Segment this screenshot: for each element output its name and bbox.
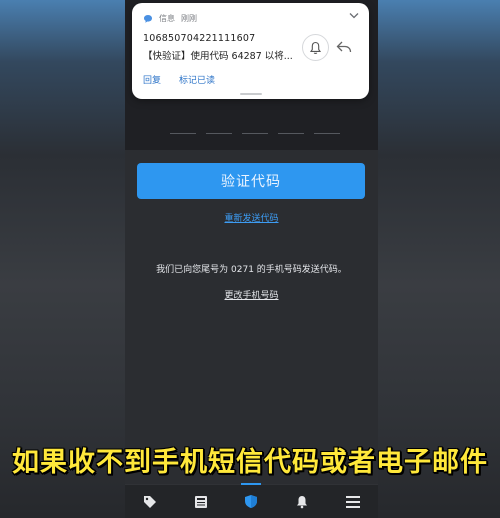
code-sent-info: 我们已向您尾号为 0271 的手机号码发送代码。 xyxy=(156,265,347,275)
news-icon[interactable] xyxy=(186,487,216,517)
bell-icon[interactable] xyxy=(287,487,317,517)
notification-sender: 106850704221111607 xyxy=(143,33,256,44)
bottom-nav xyxy=(125,482,378,518)
code-slot[interactable] xyxy=(170,128,196,134)
code-slot[interactable] xyxy=(278,128,304,134)
notification-actions: 回复 标记已读 xyxy=(143,73,215,86)
video-subtitle: 如果收不到手机短信代码或者电子邮件 xyxy=(12,447,488,478)
shield-icon[interactable] xyxy=(236,482,266,517)
sms-notification[interactable]: 信息 刚刚 106850704221111607 【快验证】使用代码 64287… xyxy=(132,3,369,99)
code-slot[interactable] xyxy=(242,128,268,134)
notification-header: 信息 刚刚 xyxy=(143,13,197,24)
verify-code-button[interactable]: 验证代码 xyxy=(137,163,365,199)
chat-bubble-icon xyxy=(144,14,152,23)
change-phone-link[interactable]: 更改手机号码 xyxy=(125,288,378,301)
notification-app-name: 信息 xyxy=(159,14,175,23)
chevron-down-icon[interactable] xyxy=(349,12,359,19)
notification-body: 【快验证】使用代码 64287 以将... xyxy=(143,51,293,62)
code-slot[interactable] xyxy=(314,128,340,134)
menu-icon[interactable] xyxy=(338,487,368,517)
resend-code-link[interactable]: 重新发送代码 xyxy=(125,211,378,224)
tag-icon[interactable] xyxy=(135,487,165,517)
mark-read-action[interactable]: 标记已读 xyxy=(179,73,215,86)
bell-icon[interactable] xyxy=(302,34,329,61)
reply-action[interactable]: 回复 xyxy=(143,73,161,86)
notification-drag-handle[interactable] xyxy=(240,93,262,95)
notification-time: 刚刚 xyxy=(181,14,197,23)
code-slot[interactable] xyxy=(206,128,232,134)
code-input[interactable] xyxy=(170,128,340,138)
reply-arrow-icon[interactable] xyxy=(336,39,352,58)
